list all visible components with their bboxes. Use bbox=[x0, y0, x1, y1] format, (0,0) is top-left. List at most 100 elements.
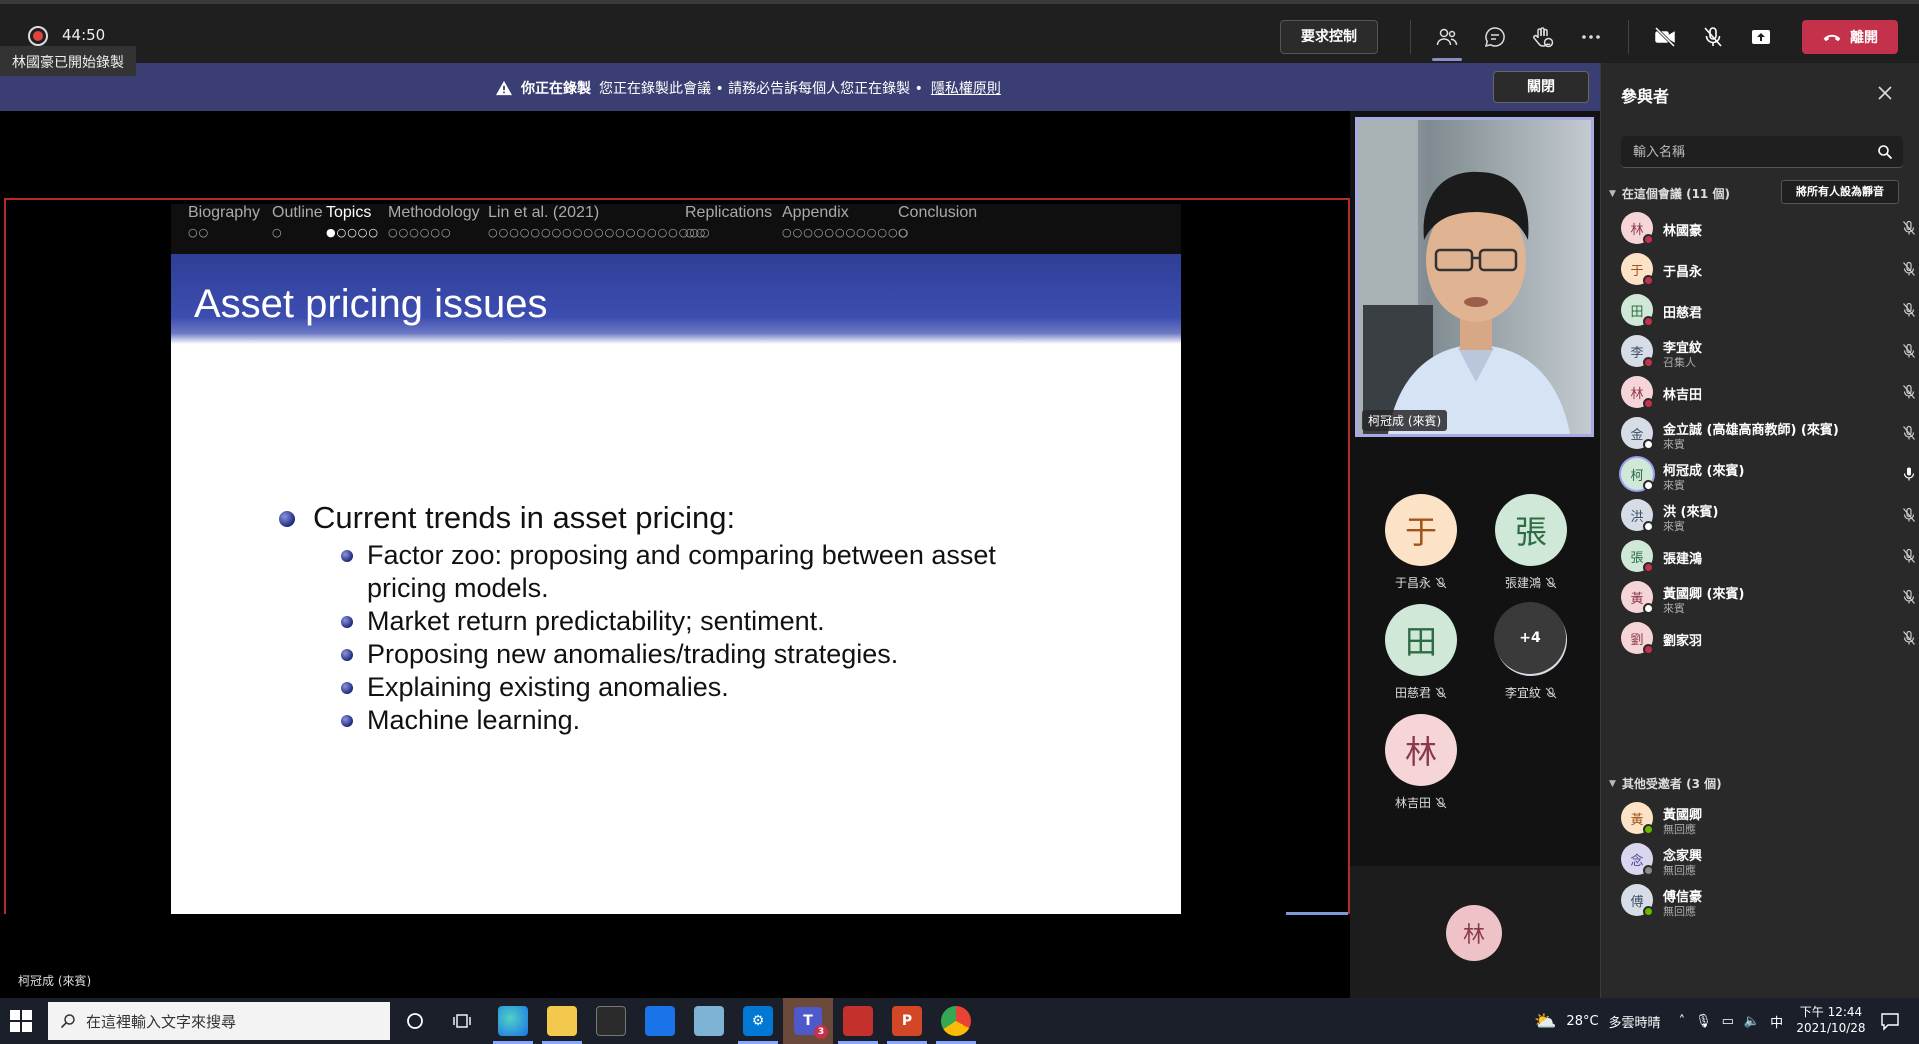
edge-browser-icon[interactable] bbox=[498, 1006, 528, 1036]
participant-name: 張建鴻 bbox=[1504, 576, 1541, 590]
sub-bullet-text: Proposing new anomalies/trading strategi… bbox=[367, 639, 899, 669]
reactions-icon[interactable] bbox=[1528, 22, 1558, 52]
participant-row[interactable]: 劉劉家羽 bbox=[1621, 620, 1915, 660]
participant-row[interactable]: 田田慈君 bbox=[1621, 292, 1915, 332]
participant-row[interactable]: 黃黃國卿 無回應 bbox=[1621, 800, 1911, 840]
request-control-button[interactable]: 要求控制 bbox=[1280, 20, 1378, 54]
presence-status-icon bbox=[1643, 644, 1654, 655]
mic-off-icon[interactable] bbox=[1901, 589, 1917, 605]
chevron-up-icon[interactable]: ˄ bbox=[1679, 1014, 1686, 1029]
volume-icon[interactable]: 🔈 bbox=[1744, 1014, 1760, 1029]
slide-nav-progress-dots[interactable]: ○○ bbox=[188, 226, 209, 239]
gallery-participant[interactable]: 張張建鴻 bbox=[1486, 494, 1576, 591]
clock-time: 下午 12:44 bbox=[1799, 1005, 1863, 1019]
camera-off-icon[interactable] bbox=[1650, 22, 1680, 52]
gallery-participant[interactable]: 于于昌永 bbox=[1376, 494, 1466, 591]
taskbar-clock[interactable]: 下午 12:44 2021/10/28 bbox=[1796, 1004, 1866, 1036]
bullet-marker bbox=[341, 616, 353, 628]
presence-status-icon bbox=[1643, 357, 1654, 368]
slide-nav-section[interactable]: Biography bbox=[188, 204, 260, 222]
mic-off-icon[interactable] bbox=[1901, 507, 1917, 523]
participant-search-box[interactable] bbox=[1621, 136, 1903, 168]
participant-row[interactable]: 傅傅信豪 無回應 bbox=[1621, 882, 1911, 922]
slide-nav-section[interactable]: Conclusion bbox=[898, 204, 977, 222]
mic-off-icon[interactable] bbox=[1901, 630, 1917, 646]
slide-nav-progress-dots[interactable]: ○○○○○○○○○○○○○○○○○○○○○ bbox=[488, 226, 711, 239]
close-icon[interactable] bbox=[1873, 81, 1897, 105]
participant-row[interactable]: 洪洪 (來賓) 來賓 bbox=[1621, 497, 1915, 537]
mic-off-icon[interactable] bbox=[1901, 343, 1917, 359]
mic-on-icon[interactable] bbox=[1901, 466, 1917, 482]
cortana-icon[interactable] bbox=[400, 1006, 430, 1036]
mic-off-icon[interactable] bbox=[1901, 302, 1917, 318]
gallery-participant[interactable]: 林林吉田 bbox=[1376, 714, 1466, 811]
slide-nav-progress-dots[interactable]: ○○ bbox=[685, 226, 706, 239]
more-icon[interactable] bbox=[1576, 22, 1606, 52]
slide-nav-progress-dots[interactable]: ○ bbox=[272, 226, 283, 239]
acrobat-icon[interactable] bbox=[843, 1006, 873, 1036]
presence-status-icon bbox=[1643, 521, 1654, 532]
self-avatar[interactable]: 林 bbox=[1446, 905, 1502, 961]
speaker-video-tile[interactable] bbox=[1355, 117, 1594, 437]
slide-nav-progress-dots[interactable]: ●○○○○ bbox=[326, 226, 379, 239]
in-meeting-group-header[interactable]: ▼ 在這個會議 (11 個) bbox=[1609, 185, 1730, 202]
share-tray-icon[interactable] bbox=[1746, 22, 1776, 52]
participant-row[interactable]: 張張建鴻 bbox=[1621, 538, 1915, 578]
slide-nav-progress-dots[interactable]: ○ bbox=[898, 226, 909, 239]
mic-off-icon[interactable] bbox=[1901, 384, 1917, 400]
banner-close-button[interactable]: 關閉 bbox=[1493, 71, 1589, 103]
slide-nav-progress-dots[interactable]: ○○○○○○○○○○○○ bbox=[782, 226, 909, 239]
taskbar-search-box[interactable]: 在這裡輸入文字來搜尋 bbox=[48, 1002, 390, 1040]
mic-off-icon[interactable] bbox=[1901, 220, 1917, 236]
participant-row[interactable]: 于于昌永 bbox=[1621, 251, 1915, 291]
notes-app-icon[interactable] bbox=[694, 1006, 724, 1036]
slide-nav-section[interactable]: Lin et al. (2021) bbox=[488, 204, 599, 222]
windows-start-icon[interactable] bbox=[10, 1010, 32, 1032]
participant-row[interactable]: 李李宜紋 召集人 bbox=[1621, 333, 1915, 373]
settings-icon[interactable]: ⚙ bbox=[743, 1006, 773, 1036]
microphone-icon[interactable]: 🎙 bbox=[1695, 1014, 1712, 1029]
leave-button[interactable]: 離開 bbox=[1802, 20, 1898, 54]
slide-nav-section[interactable]: Replications bbox=[685, 204, 772, 222]
network-icon[interactable]: ▭ bbox=[1722, 1014, 1734, 1029]
participant-row[interactable]: 林林吉田 bbox=[1621, 374, 1915, 414]
slide-nav-progress-dots[interactable]: ○○○○○○ bbox=[388, 226, 452, 239]
chrome-browser-icon[interactable] bbox=[941, 1006, 971, 1036]
weather-icon[interactable]: ⛅ bbox=[1534, 1011, 1556, 1032]
slide-nav-section[interactable]: Methodology bbox=[388, 204, 480, 222]
notification-center-icon[interactable] bbox=[1880, 1011, 1900, 1031]
file-explorer-icon[interactable] bbox=[547, 1006, 577, 1036]
search-icon[interactable] bbox=[1877, 144, 1893, 160]
more-participants-tile[interactable]: +4 bbox=[1494, 602, 1566, 674]
mute-all-button[interactable]: 將所有人設為靜音 bbox=[1781, 180, 1899, 204]
mic-off-icon[interactable] bbox=[1901, 425, 1917, 441]
gallery-participant[interactable]: 田田慈君 bbox=[1376, 604, 1466, 701]
weather-description[interactable]: 多雲時晴 bbox=[1609, 1012, 1661, 1031]
privacy-policy-link[interactable]: 隱私權原則 bbox=[931, 78, 1001, 98]
participant-name: 張建鴻 bbox=[1663, 552, 1703, 567]
mic-off-icon[interactable] bbox=[1901, 261, 1917, 277]
participant-row[interactable]: 黃黃國卿 (來賓) 來賓 bbox=[1621, 579, 1915, 619]
mic-off-icon[interactable] bbox=[1901, 548, 1917, 564]
microsoft-store-icon[interactable] bbox=[596, 1006, 626, 1036]
input-method-indicator[interactable]: 中 bbox=[1770, 1012, 1783, 1031]
weather-temperature[interactable]: 28°C bbox=[1566, 1014, 1598, 1029]
teams-app-button[interactable]: T3 bbox=[783, 998, 833, 1044]
slide-nav-section[interactable]: Topics bbox=[326, 204, 371, 222]
mail-icon[interactable] bbox=[645, 1006, 675, 1036]
participant-row[interactable]: 林林國豪 bbox=[1621, 210, 1915, 250]
task-view-icon[interactable] bbox=[448, 1006, 478, 1036]
participant-row[interactable]: 念念家興 無回應 bbox=[1621, 841, 1911, 881]
mic-off-icon[interactable] bbox=[1698, 22, 1728, 52]
participant-row[interactable]: 柯柯冠成 (來賓) 來賓 bbox=[1621, 456, 1915, 496]
chat-icon[interactable] bbox=[1480, 22, 1510, 52]
other-invitees-group-header[interactable]: ▼ 其他受邀者 (3 個) bbox=[1609, 775, 1722, 792]
participant-search-input[interactable] bbox=[1633, 136, 1863, 168]
participant-name: 林吉田 bbox=[1663, 388, 1703, 403]
participant-row[interactable]: 金金立誠 (高雄高商教師) (來賓) 來賓 bbox=[1621, 415, 1915, 455]
avatar: 于 bbox=[1385, 494, 1457, 566]
powerpoint-icon[interactable]: P bbox=[892, 1006, 922, 1036]
slide-nav-section[interactable]: Appendix bbox=[782, 204, 849, 222]
people-icon[interactable] bbox=[1432, 22, 1462, 52]
slide-nav-section[interactable]: Outline bbox=[272, 204, 323, 222]
